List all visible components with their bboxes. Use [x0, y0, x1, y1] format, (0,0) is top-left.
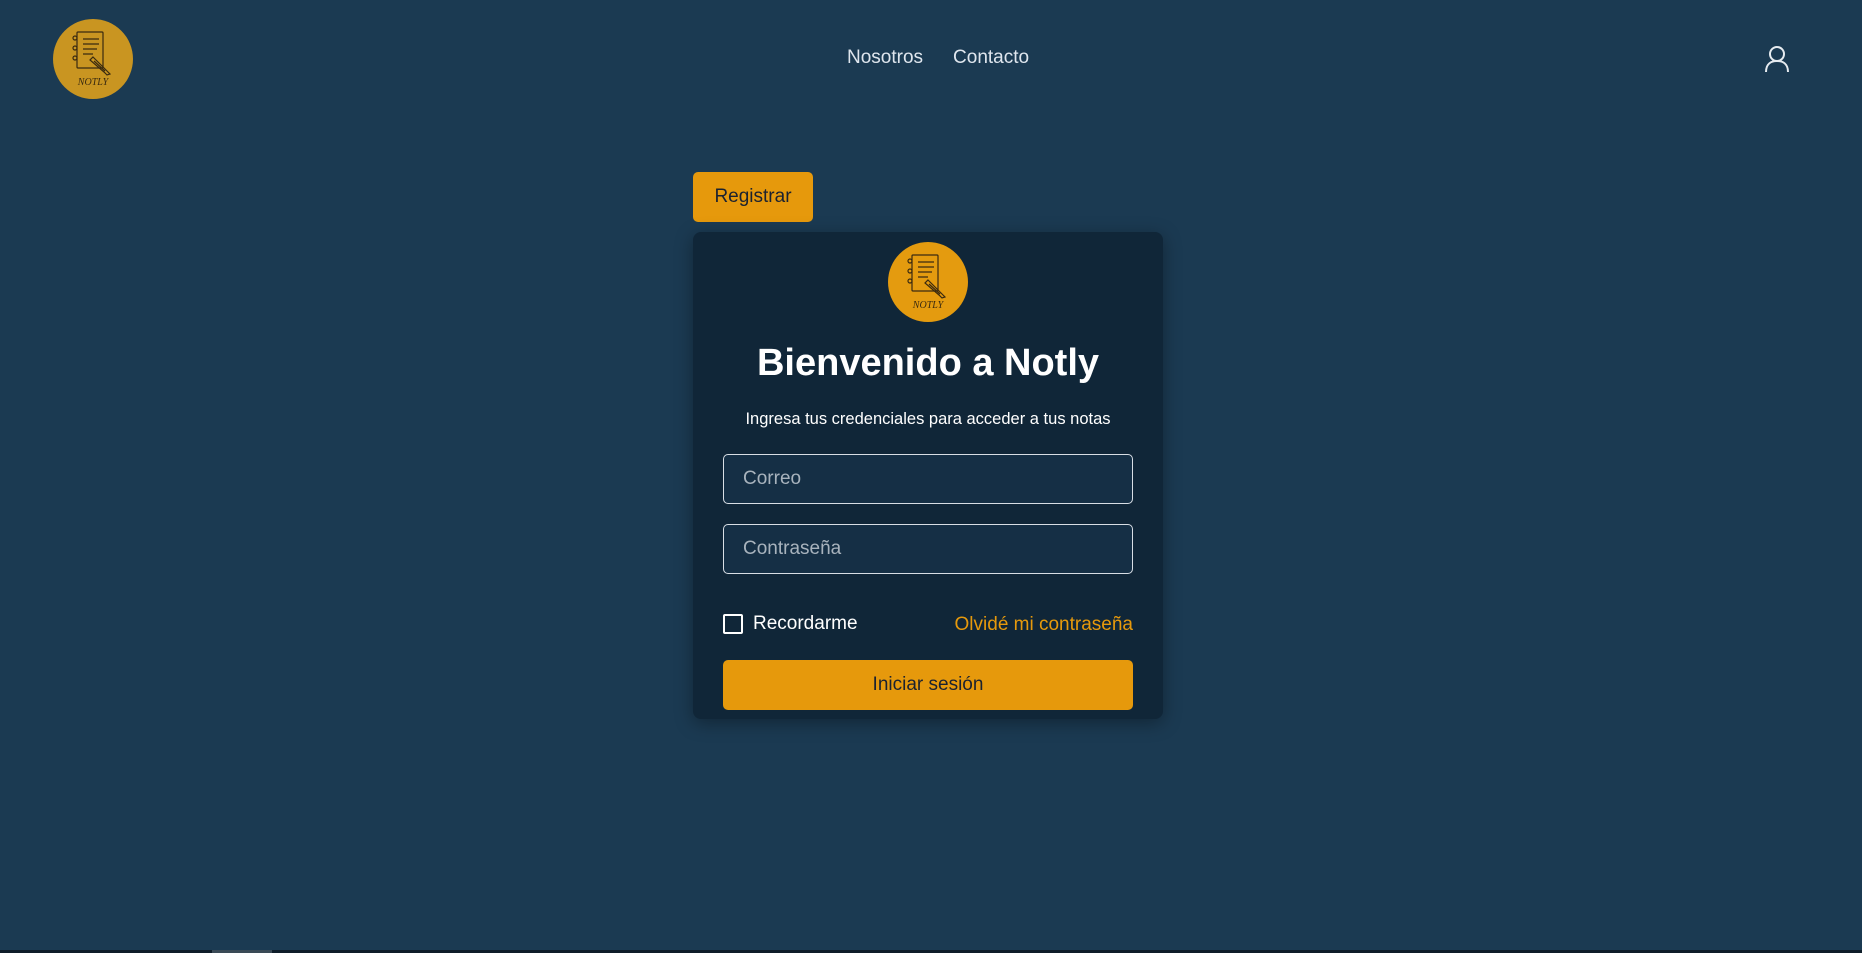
remember-me-checkbox[interactable] — [723, 614, 743, 634]
card-logo: NOTLY — [888, 242, 968, 322]
header-logo[interactable]: NOTLY — [53, 19, 133, 99]
notebook-logo-icon: NOTLY — [907, 254, 947, 311]
svg-text:NOTLY: NOTLY — [912, 300, 945, 311]
user-icon — [1765, 46, 1789, 73]
nav-link-nosotros[interactable]: Nosotros — [847, 47, 923, 69]
main-nav: Nosotros Contacto — [847, 47, 1029, 69]
forgot-password-link[interactable]: Olvidé mi contraseña — [955, 614, 1133, 636]
login-submit-button[interactable]: Iniciar sesión — [723, 660, 1133, 710]
svg-text:NOTLY: NOTLY — [77, 77, 110, 88]
login-title: Bienvenido a Notly — [756, 342, 1100, 384]
remember-me-toggle[interactable]: Recordarme — [723, 613, 858, 635]
login-subtitle: Ingresa tus credenciales para acceder a … — [745, 410, 1111, 428]
notebook-logo-icon: NOTLY — [72, 31, 112, 88]
page: NOTLY Nosotros Contacto Registrar NOTLY … — [0, 0, 1862, 953]
nav-link-contacto[interactable]: Contacto — [953, 47, 1029, 69]
register-button[interactable]: Registrar — [693, 172, 813, 222]
remember-me-label: Recordarme — [753, 613, 858, 634]
email-field[interactable] — [723, 454, 1133, 504]
login-card: NOTLY Bienvenido a Notly Ingresa tus cre… — [693, 232, 1163, 719]
password-field[interactable] — [723, 524, 1133, 574]
user-account-button[interactable] — [1762, 44, 1792, 76]
